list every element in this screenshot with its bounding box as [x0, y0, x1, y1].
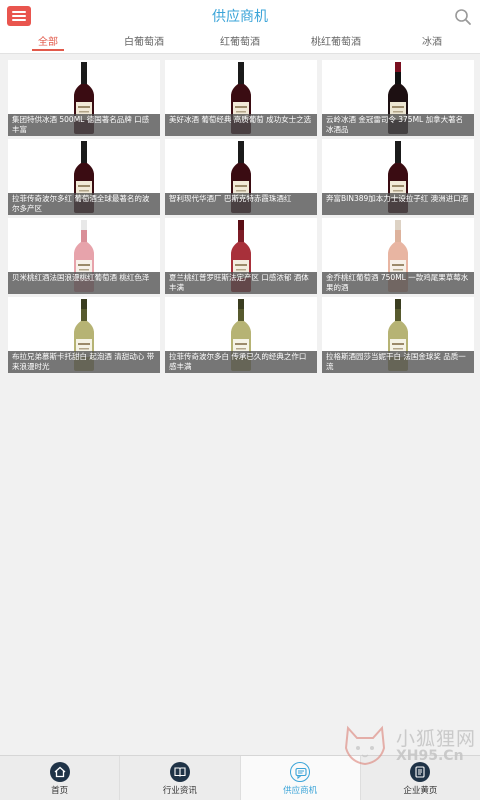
product-card[interactable]: 云岭冰酒 金冠雷司令 375ML 加拿大著名冰酒品: [322, 60, 474, 136]
nav-home[interactable]: 首页: [0, 756, 121, 800]
product-card[interactable]: 拉格斯酒园莎当妮干白 法国金球奖 品质一流: [322, 297, 474, 373]
watermark-text: 小狐狸网: [396, 728, 477, 750]
tab-red-wine[interactable]: 红葡萄酒: [192, 34, 288, 53]
product-caption: 布拉兄弟慕斯卡托甜白 起泡酒 清甜动心 带来浪漫时光: [8, 351, 160, 373]
product-caption: 奔富BIN389加本力士设拉子红 澳洲进口酒: [322, 193, 474, 215]
product-caption: 智利现代华酒厂 巴斯克特赤霞珠酒红: [165, 193, 317, 215]
nav-label: 首页: [51, 786, 69, 796]
fox-logo-icon: [344, 725, 386, 766]
product-caption: 金乔桃红葡萄酒 750ML 一款鸡尾果草莓水果的酒: [322, 272, 474, 294]
product-card[interactable]: 美好冰酒 葡萄经典 高质葡萄 成功女士之选: [165, 60, 317, 136]
watermark-url: XH95.Cn: [396, 748, 464, 764]
category-tabs: 全部 白葡萄酒 红葡萄酒 桃红葡萄酒 冰酒: [0, 34, 480, 54]
product-card[interactable]: 集团特供冰酒 500ML 德国著名品牌 口感丰富: [8, 60, 160, 136]
tab-rose-wine[interactable]: 桃红葡萄酒: [288, 34, 384, 53]
product-card[interactable]: 贝米桃红酒法国浪漫桃红葡萄酒 桃红色泽: [8, 218, 160, 294]
watermark: 小狐狸网 XH95.Cn: [340, 722, 478, 770]
home-icon: [49, 762, 70, 782]
product-caption: 拉菲传奇波尔多红 葡萄酒全球最著名的波尔多产区: [8, 193, 160, 215]
product-caption: 美好冰酒 葡萄经典 高质葡萄 成功女士之选: [165, 114, 317, 136]
book-icon: [169, 762, 190, 782]
product-card[interactable]: 夏兰桃红普罗旺斯法定产区 口感浓郁 酒体丰满: [165, 218, 317, 294]
tab-all[interactable]: 全部: [0, 34, 96, 53]
product-caption: 拉格斯酒园莎当妮干白 法国金球奖 品质一流: [322, 351, 474, 373]
product-card[interactable]: 金乔桃红葡萄酒 750ML 一款鸡尾果草莓水果的酒: [322, 218, 474, 294]
tab-white-wine[interactable]: 白葡萄酒: [96, 34, 192, 53]
page-title: 供应商机: [212, 9, 268, 25]
nav-industry-news[interactable]: 行业资讯: [120, 756, 241, 800]
product-caption: 夏兰桃红普罗旺斯法定产区 口感浓郁 酒体丰满: [165, 272, 317, 294]
product-caption: 拉菲传奇波尔多白 传承已久的经典之作口感丰满: [165, 351, 317, 373]
product-card[interactable]: 拉菲传奇波尔多红 葡萄酒全球最著名的波尔多产区: [8, 139, 160, 215]
product-caption: 集团特供冰酒 500ML 德国著名品牌 口感丰富: [8, 114, 160, 136]
nav-label: 行业资讯: [162, 786, 197, 796]
product-card[interactable]: 拉菲传奇波尔多白 传承已久的经典之作口感丰满: [165, 297, 317, 373]
product-card[interactable]: 智利现代华酒厂 巴斯克特赤霞珠酒红: [165, 139, 317, 215]
search-icon[interactable]: [454, 8, 472, 26]
product-card[interactable]: 奔富BIN389加本力士设拉子红 澳洲进口酒: [322, 139, 474, 215]
tab-ice-wine[interactable]: 冰酒: [384, 34, 480, 53]
nav-label: 供应商机: [283, 786, 318, 796]
product-card[interactable]: 布拉兄弟慕斯卡托甜白 起泡酒 清甜动心 带来浪漫时光: [8, 297, 160, 373]
product-caption: 贝米桃红酒法国浪漫桃红葡萄酒 桃红色泽: [8, 272, 160, 294]
chat-icon: [290, 762, 311, 782]
product-caption: 云岭冰酒 金冠雷司令 375ML 加拿大著名冰酒品: [322, 114, 474, 136]
app-header: 供应商机: [0, 0, 480, 34]
nav-label: 企业黄页: [403, 786, 438, 796]
